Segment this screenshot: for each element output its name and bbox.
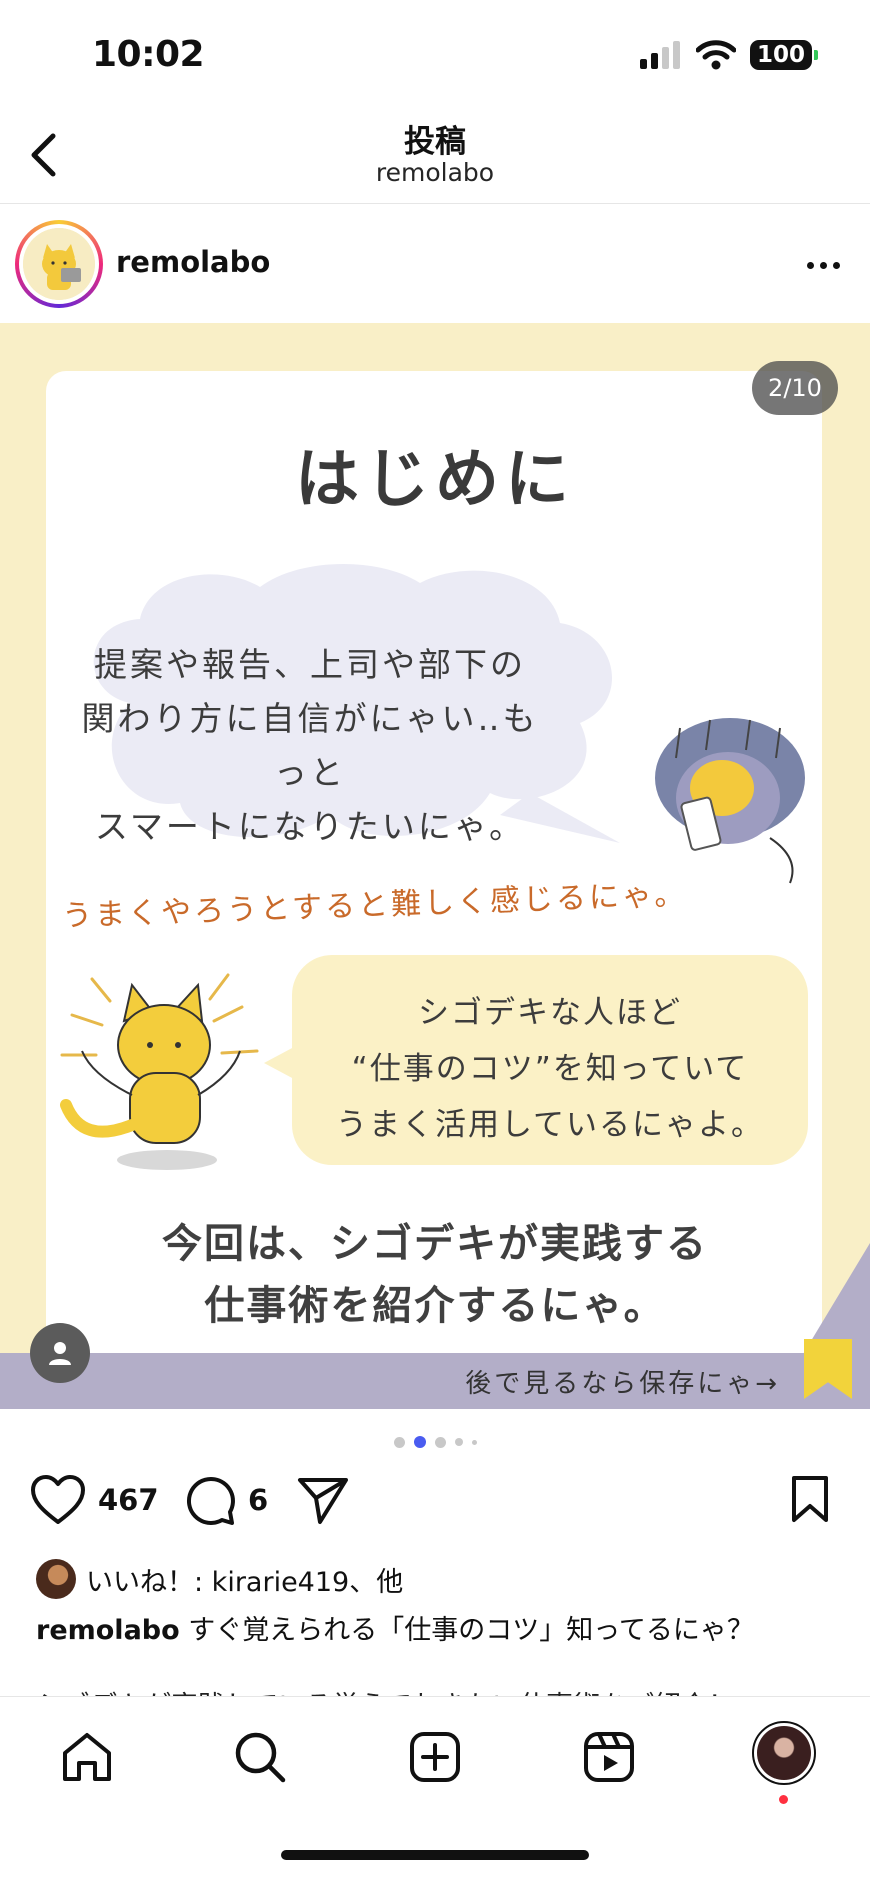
tab-create[interactable]: [403, 1725, 467, 1789]
save-reminder-text: 後で見るなら保存にゃ→: [465, 1369, 780, 1399]
tab-reels[interactable]: [577, 1725, 641, 1789]
status-bar: 10:02 100: [0, 0, 870, 110]
bookmark-icon: [792, 1476, 828, 1522]
likes-label: いいね！: kirarie419、他: [86, 1566, 404, 1598]
nav-header: 投稿 remolabo: [0, 110, 870, 204]
share-button[interactable]: [296, 1474, 350, 1526]
search-icon: [235, 1732, 286, 1783]
caption-username[interactable]: remolabo: [36, 1615, 180, 1646]
liker-avatar: [36, 1559, 76, 1599]
cellular-signal-icon: [640, 41, 680, 69]
caption-text: すぐ覚えられる「仕事のコツ」知ってるにゃ？: [188, 1615, 754, 1646]
like-button[interactable]: 467: [30, 1474, 159, 1526]
battery-indicator: 100: [750, 40, 818, 70]
status-time: 10:02: [92, 34, 205, 75]
cloud-text: 提案や報告、上司や部下の 関わり方に自信がにゃい‥もっと スマートになりたいにゃ…: [81, 645, 539, 846]
send-icon: [298, 1478, 348, 1524]
tab-search[interactable]: [228, 1725, 292, 1789]
plus-square-icon: [410, 1732, 460, 1782]
tab-home[interactable]: [55, 1725, 119, 1789]
post-image[interactable]: 2/10 はじめに 提案や報告、上司や部下の 関わり方に自信がにゃい‥もっと ス…: [0, 323, 870, 1409]
notification-dot: [779, 1795, 788, 1804]
page-subtitle: remolabo: [375, 158, 495, 187]
author-username[interactable]: remolabo: [116, 245, 270, 279]
home-icon: [63, 1733, 111, 1781]
carousel-dot: [471, 1439, 477, 1445]
page-counter: 2/10: [752, 361, 838, 415]
person-icon: [49, 1342, 71, 1365]
home-indicator: [281, 1850, 589, 1860]
status-icons: 100: [640, 40, 818, 70]
likes-count: 467: [98, 1483, 159, 1517]
carousel-dot: [393, 1436, 405, 1448]
post-header: remolabo: [0, 205, 870, 323]
profile-avatar: [757, 1726, 811, 1780]
cat-avatar-image: [23, 228, 95, 300]
slide-summary-text: 今回は、シゴデキが実践する 仕事術を紹介するにゃ。: [162, 1221, 708, 1329]
author-avatar[interactable]: [15, 220, 103, 308]
comments-count: 6: [248, 1483, 269, 1517]
carousel-indicator: [0, 1436, 870, 1448]
slide-heading: はじめに: [295, 443, 575, 517]
carousel-dot: [434, 1436, 446, 1448]
wifi-icon: [696, 40, 736, 70]
speech-bubble-text: シゴデキな人ほど “仕事のコツ”を知っていて うまく活用しているにゃよ。: [335, 995, 765, 1143]
save-button[interactable]: [790, 1474, 830, 1524]
likes-row[interactable]: いいね！: kirarie419、他: [36, 1558, 403, 1600]
page-title: 投稿: [404, 124, 466, 160]
post-caption: remolabo すぐ覚えられる「仕事のコツ」知ってるにゃ？: [36, 1608, 754, 1647]
comment-icon: [186, 1476, 235, 1525]
more-options-button[interactable]: [798, 245, 848, 285]
tab-profile[interactable]: [752, 1721, 816, 1785]
reels-icon: [584, 1732, 634, 1782]
heart-icon: [31, 1475, 85, 1524]
comment-button[interactable]: 6: [184, 1474, 268, 1526]
carousel-dot: [454, 1438, 463, 1446]
carousel-dot-active: [413, 1436, 426, 1448]
more-horizontal-icon: [806, 261, 814, 269]
tagged-people-button[interactable]: [30, 1323, 90, 1383]
action-bar: 467 6: [0, 1474, 870, 1536]
happy-cat-illustration: [60, 973, 259, 1170]
